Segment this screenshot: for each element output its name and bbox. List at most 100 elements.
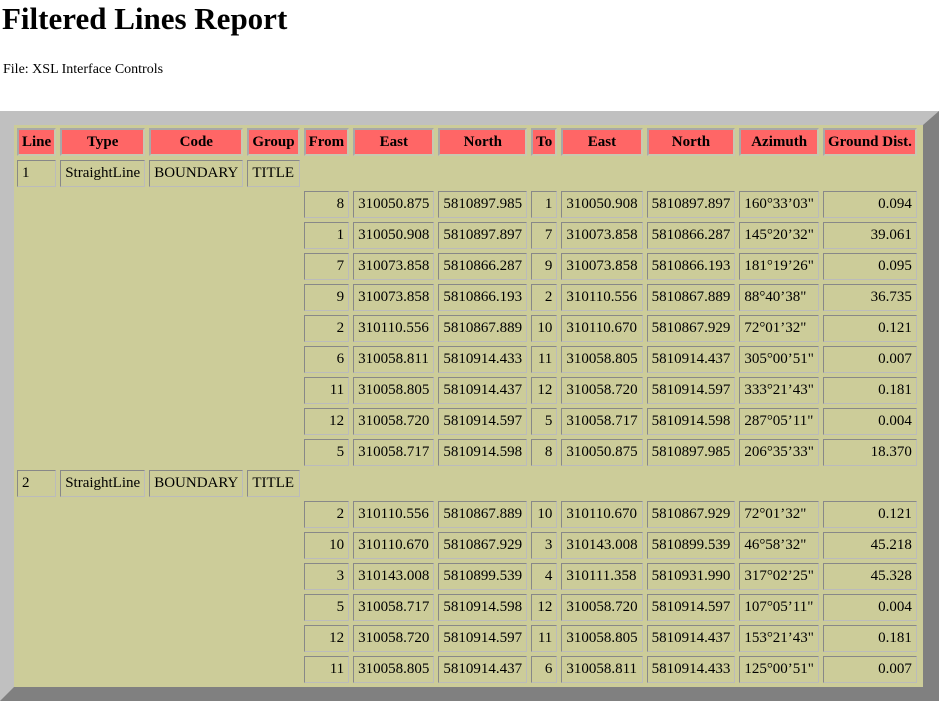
segment-row: 1 310050.908 5810897.897 7 310073.858 5810866…: [17, 222, 917, 249]
segment-north-from: 5810914.437: [438, 377, 528, 404]
spacer: [17, 253, 300, 280]
header-azimuth: Azimuth: [739, 128, 819, 156]
segment-east-from: 310058.717: [353, 439, 435, 466]
segment-east-from: 310143.008: [353, 563, 435, 590]
segment-row: 5 310058.717 5810914.598 12 310058.720 581091…: [17, 594, 917, 621]
segment-east-to: 310050.908: [561, 191, 643, 218]
segment-ground-dist: 0.004: [822, 594, 917, 621]
segment-east-from: 310058.805: [353, 377, 435, 404]
segment-east-to: 310058.720: [561, 377, 643, 404]
segment-east-from: 310058.717: [353, 594, 435, 621]
header-east-from: East: [353, 128, 435, 156]
segment-east-to: 310110.556: [561, 284, 643, 311]
segment-north-to: 5810914.597: [646, 594, 736, 621]
segment-from: 2: [303, 315, 350, 342]
segment-from: 7: [303, 253, 350, 280]
segment-row: 5 310058.717 5810914.598 8 310050.875 5810897…: [17, 439, 917, 466]
header-from: From: [303, 128, 350, 156]
segment-from: 2: [303, 501, 350, 528]
segment-row: 12 310058.720 5810914.597 5 310058.717 581091…: [17, 408, 917, 435]
segment-azimuth: 206°35’33": [739, 439, 819, 466]
line-type: StraightLine: [60, 160, 146, 187]
segment-east-to: 310111.358: [561, 563, 643, 590]
lines-table: Line Type Code Group From East North To East Nort…: [13, 124, 921, 687]
segment-north-to: 5810867.929: [646, 501, 736, 528]
segment-east-from: 310050.908: [353, 222, 435, 249]
segment-north-to: 5810914.437: [646, 346, 736, 373]
segment-azimuth: 333°21’43": [739, 377, 819, 404]
segment-row: 8 310050.875 5810897.985 1 310050.908 5810897…: [17, 191, 917, 218]
segment-from: 11: [303, 377, 350, 404]
segment-to: 12: [531, 594, 558, 621]
segment-azimuth: 287°05’11": [739, 408, 819, 435]
header-row: Line Type Code Group From East North To East Nort…: [17, 128, 917, 156]
segment-north-to: 5810897.897: [646, 191, 736, 218]
spacer: [304, 160, 917, 187]
segment-row: 2 310110.556 5810867.889 10 310110.670 581086…: [17, 315, 917, 342]
segment-ground-dist: 39.061: [822, 222, 917, 249]
header-group: Group: [247, 128, 300, 156]
segment-north-from: 5810867.889: [438, 501, 528, 528]
segment-to: 8: [531, 439, 558, 466]
segment-from: 12: [303, 625, 350, 652]
segment-north-to: 5810897.985: [646, 439, 736, 466]
segment-row: 2 310110.556 5810867.889 10 310110.670 581086…: [17, 501, 917, 528]
segment-row: 9 310073.858 5810866.193 2 310110.556 5810867…: [17, 284, 917, 311]
segment-from: 8: [303, 191, 350, 218]
segment-row: 10 310110.670 5810867.929 3 310143.008 581089…: [17, 532, 917, 559]
segment-east-to: 310058.811: [561, 656, 643, 683]
segment-from: 11: [303, 656, 350, 683]
segment-north-from: 5810914.598: [438, 594, 528, 621]
segment-north-to: 5810914.598: [646, 408, 736, 435]
segment-east-from: 310050.875: [353, 191, 435, 218]
segment-north-to: 5810867.929: [646, 315, 736, 342]
header-north-from: North: [438, 128, 528, 156]
line-type: StraightLine: [60, 470, 146, 497]
report-table-frame: Line Type Code Group From East North To East Nort…: [0, 111, 939, 701]
segment-ground-dist: 0.007: [822, 346, 917, 373]
segment-row: 6 310058.811 5810914.433 11 310058.805 581091…: [17, 346, 917, 373]
spacer: [17, 408, 300, 435]
spacer: [304, 470, 917, 497]
segment-from: 10: [303, 532, 350, 559]
line-group: TITLE: [247, 160, 300, 187]
segment-east-to: 310073.858: [561, 222, 643, 249]
page-title: Filtered Lines Report: [2, 1, 288, 36]
segment-north-from: 5810866.193: [438, 284, 528, 311]
segment-ground-dist: 0.121: [822, 315, 917, 342]
segment-north-from: 5810914.437: [438, 656, 528, 683]
segment-north-to: 5810914.437: [646, 625, 736, 652]
segment-east-from: 310058.805: [353, 656, 435, 683]
header-east-to: East: [561, 128, 643, 156]
segment-ground-dist: 0.004: [822, 408, 917, 435]
segment-ground-dist: 45.218: [822, 532, 917, 559]
file-label: File: XSL Interface Controls: [3, 62, 164, 77]
segment-to: 4: [531, 563, 558, 590]
segment-ground-dist: 0.007: [822, 656, 917, 683]
segment-north-to: 5810931.990: [646, 563, 736, 590]
segment-east-from: 310058.720: [353, 625, 435, 652]
segment-azimuth: 153°21’43": [739, 625, 819, 652]
spacer: [17, 439, 300, 466]
segment-east-to: 310058.717: [561, 408, 643, 435]
segment-east-to: 310058.805: [561, 346, 643, 373]
segment-ground-dist: 45.328: [822, 563, 917, 590]
segment-east-from: 310110.556: [353, 315, 435, 342]
segment-ground-dist: 0.094: [822, 191, 917, 218]
segment-azimuth: 88°40’38": [739, 284, 819, 311]
segment-from: 5: [303, 594, 350, 621]
line-row: 2 StraightLine BOUNDARY TITLE: [17, 470, 917, 497]
spacer: [17, 191, 300, 218]
segment-east-from: 310058.811: [353, 346, 435, 373]
segment-east-from: 310058.720: [353, 408, 435, 435]
segment-east-from: 310073.858: [353, 253, 435, 280]
segment-ground-dist: 36.735: [822, 284, 917, 311]
segment-to: 2: [531, 284, 558, 311]
segment-east-from: 310110.670: [353, 532, 435, 559]
segment-to: 7: [531, 222, 558, 249]
segment-azimuth: 46°58’32": [739, 532, 819, 559]
segment-ground-dist: 0.181: [822, 377, 917, 404]
segment-ground-dist: 0.095: [822, 253, 917, 280]
line-row: 1 StraightLine BOUNDARY TITLE: [17, 160, 917, 187]
segment-azimuth: 145°20’32": [739, 222, 819, 249]
